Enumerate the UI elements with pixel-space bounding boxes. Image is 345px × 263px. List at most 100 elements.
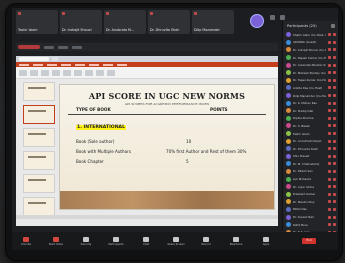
slide-thumbnail-active[interactable] — [23, 105, 55, 124]
video-tile[interactable]: Dilip Mazumder — [192, 10, 234, 34]
participants-panel: Participants (20) Shabir Alam (Co-Host, … — [282, 21, 338, 235]
start-video-button[interactable]: Start Video — [48, 236, 64, 246]
ribbon-tab[interactable] — [19, 63, 29, 66]
participant-row[interactable]: Dr. Mahesh Pandey (Co-Host) — [283, 69, 338, 77]
participant-row[interactable]: Dr. Suresh Nair — [283, 213, 338, 221]
avatar[interactable] — [250, 14, 264, 28]
arrange-icon[interactable] — [96, 69, 104, 76]
slide-thumbnail[interactable] — [23, 197, 55, 216]
mic-muted-icon — [328, 154, 331, 158]
participant-name: Prashant Kumar — [293, 192, 316, 197]
fullscreen-icon[interactable] — [280, 15, 285, 20]
video-tile[interactable]: Dr. Indrajit Shouvi — [60, 10, 102, 34]
participants-button[interactable]: Participants — [108, 236, 124, 246]
participant-row[interactable]: Dr. Arjun Sinha — [283, 183, 338, 191]
mic-muted-icon — [328, 78, 331, 82]
mic-muted-icon — [328, 101, 331, 105]
participant-row[interactable]: Shiv Prasad — [283, 153, 338, 161]
ribbon-tab[interactable] — [47, 63, 57, 66]
camera-off-icon — [333, 56, 336, 60]
grid-view-icon[interactable] — [270, 15, 275, 20]
mic-muted-icon — [328, 192, 331, 196]
camera-off-icon — [333, 200, 336, 204]
start-video-icon — [53, 236, 59, 242]
participant-row[interactable]: Dr. Nandini Roy — [283, 198, 338, 206]
participant-row[interactable]: Dr. Arundhati Ghosh — [283, 137, 338, 145]
chat-button[interactable]: Chat — [138, 236, 154, 246]
slide-thumbnail[interactable] — [23, 82, 55, 101]
mic-muted-icon — [328, 169, 331, 173]
participant-row[interactable]: Dilip Mazumder (Co-Host) — [283, 92, 338, 100]
italic-icon[interactable] — [63, 69, 71, 76]
participant-row[interactable]: Dr. Anubrata Mandal (Co-Host) — [283, 61, 338, 69]
ribbon-tab[interactable] — [33, 63, 43, 66]
camera-off-icon — [333, 48, 336, 52]
slide-thumbnail[interactable] — [23, 128, 55, 147]
stop-share-button[interactable] — [18, 45, 40, 49]
participant-name: Dr. M. Chakraborty — [293, 161, 320, 166]
participant-row[interactable]: Dipika Sharma — [283, 115, 338, 123]
participant-row[interactable]: Dr. K. Mohan Rao — [283, 99, 338, 107]
slide-canvas[interactable]: API SCORE IN UGC NEW NORMS API SCORES FO… — [60, 85, 274, 209]
view-controls — [270, 15, 285, 20]
ribbon-tab[interactable] — [103, 63, 113, 66]
participant-row[interactable]: Prashant Kumar — [283, 190, 338, 198]
video-tile[interactable]: Dr. Dhruvita Shah — [148, 10, 190, 34]
reactions-button[interactable]: Reactions — [228, 236, 244, 246]
participant-row[interactable]: Mitali Das — [283, 206, 338, 214]
participant-name: Rohit Bora — [293, 222, 308, 227]
video-tile[interactable]: Tashir Islam — [16, 10, 58, 34]
participant-row[interactable]: Dr. Dhruvita Shah — [283, 145, 338, 153]
ribbon-tab[interactable] — [61, 63, 71, 66]
ribbon-tab[interactable] — [75, 63, 85, 66]
ribbon-tab[interactable] — [89, 63, 99, 66]
close-icon[interactable] — [331, 24, 335, 28]
mic-muted-icon — [328, 33, 331, 37]
participant-row[interactable]: Dr. Rajesh Kumar (Co-Host) — [283, 54, 338, 62]
more-icon[interactable] — [72, 45, 82, 49]
slide-thumbnails — [18, 82, 55, 220]
participant-row[interactable]: Dr. Ritesh Sen — [283, 168, 338, 176]
share-screen-button[interactable]: Share Screen — [167, 236, 185, 246]
participant-row[interactable]: Shabir Alam (Co-Host, me) — [283, 31, 338, 39]
slide-thumbnail[interactable] — [23, 151, 55, 170]
new-tab-icon[interactable] — [52, 57, 58, 61]
font-icon[interactable] — [41, 69, 49, 76]
align-icon[interactable] — [74, 69, 82, 76]
participant-row[interactable]: Dr. Tapas Kumar (Co-Host) — [283, 77, 338, 85]
security-button[interactable]: Security — [78, 236, 94, 246]
participant-row[interactable]: Dr. Indrajit Shouvi (Co-Host) — [283, 46, 338, 54]
end-meeting-button[interactable]: End — [302, 238, 316, 244]
paste-icon[interactable] — [19, 69, 27, 76]
pause-share-icon[interactable] — [44, 45, 54, 49]
avatar — [286, 55, 291, 61]
participant-row[interactable]: Tashir Islam — [283, 130, 338, 138]
record-button[interactable]: Record — [198, 236, 214, 246]
participant-row[interactable]: Dr. M. Chakraborty — [283, 160, 338, 168]
ppt-status-bar — [16, 215, 278, 219]
ribbon-tab[interactable] — [117, 63, 127, 66]
participant-row[interactable]: Rohit Bora — [283, 221, 338, 229]
participant-row[interactable]: Dr. S. Basak — [283, 122, 338, 130]
toolbar-label: Record — [201, 242, 211, 246]
participant-row[interactable]: Lipi Mohanta — [283, 175, 338, 183]
participant-row[interactable]: Dr. Pradip Deb — [283, 107, 338, 115]
camera-off-icon — [333, 33, 336, 37]
participant-row[interactable]: ARUDRA (Guest) — [283, 39, 338, 47]
slide-thumbnail[interactable] — [23, 174, 55, 193]
mic-muted-icon — [150, 12, 153, 15]
camera-off-icon — [333, 109, 336, 113]
video-tile[interactable]: Dr. Anubrata M... — [104, 10, 146, 34]
apps-button[interactable]: Apps — [258, 236, 274, 246]
participant-row[interactable]: Ankita Das (Co-Host) — [283, 84, 338, 92]
shapes-icon[interactable] — [85, 69, 93, 76]
new-slide-icon[interactable] — [30, 69, 38, 76]
annotate-icon[interactable] — [58, 45, 68, 49]
editing-icon[interactable] — [107, 69, 115, 76]
toolbar-label: Start Video — [48, 242, 64, 246]
bold-icon[interactable] — [52, 69, 60, 76]
mic-muted-icon — [328, 63, 331, 67]
unmute-button[interactable]: Unmute — [18, 236, 34, 246]
ppt-tab[interactable] — [19, 57, 49, 61]
toolbar-label: Chat — [142, 242, 150, 246]
